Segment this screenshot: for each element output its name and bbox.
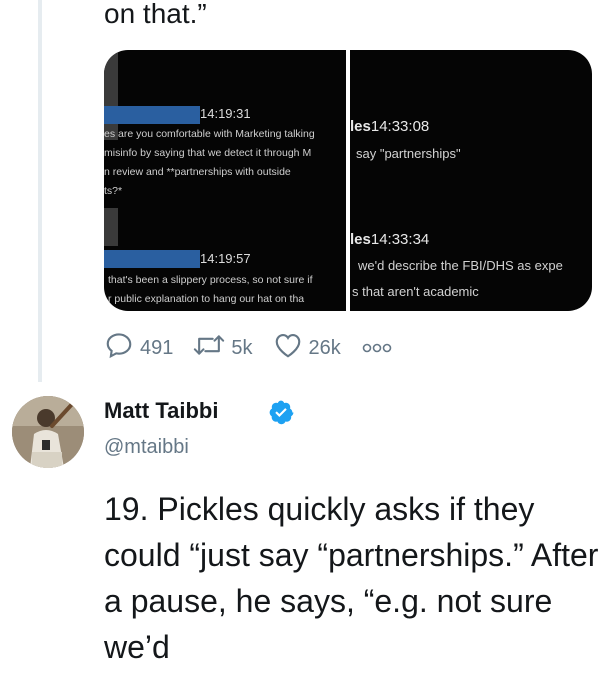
sidebar-strip	[104, 208, 118, 246]
chat-message-line: s that aren't academic	[352, 284, 479, 299]
chat-timestamp: 14:33:08	[370, 118, 430, 135]
author-display-name[interactable]: Matt Taibbi	[104, 398, 218, 424]
verified-badge-icon	[268, 399, 294, 430]
reply-button[interactable]: 491	[104, 330, 173, 366]
chat-message-line: that's been a slippery process, so not s…	[108, 274, 313, 286]
chat-username: les14:33:08	[350, 118, 429, 135]
chat-timestamp: 14:19:31	[200, 106, 251, 121]
tweet-action-bar: 491 5k 26k	[104, 330, 419, 366]
thread-connector-line	[38, 0, 42, 382]
media-image-right[interactable]: les14:33:08 say "partnerships" les14:33:…	[350, 50, 592, 311]
more-icon	[361, 337, 399, 360]
reply-icon	[104, 330, 140, 366]
chat-username-text: les	[350, 231, 371, 248]
chat-message-line: we'd describe the FBI/DHS as expe	[358, 258, 563, 273]
previous-tweet-text: on that.”	[104, 0, 207, 29]
tweet-body-text: 19. Pickles quickly asks if they could “…	[104, 491, 599, 665]
reply-count: 491	[140, 336, 174, 359]
redaction-bar	[104, 250, 200, 268]
redaction-bar	[104, 106, 200, 124]
chat-timestamp: 14:19:57	[200, 251, 251, 266]
tweet-author-header: Matt Taibbi @mtaibbi	[0, 392, 610, 472]
chat-message-line: ts?*	[104, 185, 123, 197]
chat-message-line: misinfo by saying that we detect it thro…	[104, 147, 312, 159]
chat-username-text: les	[350, 118, 371, 135]
media-image-left[interactable]: 14:19:31 es are you comfortable with Mar…	[104, 50, 346, 311]
retweet-button[interactable]: 5k	[193, 331, 253, 365]
more-button[interactable]	[361, 337, 399, 360]
chat-timestamp: 14:33:34	[370, 231, 430, 248]
retweet-count: 5k	[231, 336, 253, 359]
retweet-icon	[193, 331, 231, 365]
chat-message-line: es are you comfortable with Marketing ta…	[104, 128, 315, 140]
chat-message-line: r public explanation to hang our hat on …	[108, 293, 305, 305]
author-handle[interactable]: @mtaibbi	[104, 436, 189, 459]
chat-message-line: n review and **partnerships with outside	[104, 166, 291, 178]
like-icon	[273, 331, 309, 365]
avatar[interactable]	[12, 396, 84, 468]
tweet-media-grid[interactable]: 14:19:31 es are you comfortable with Mar…	[104, 50, 592, 311]
chat-username: les14:33:34	[350, 231, 429, 248]
like-button[interactable]: 26k	[273, 331, 341, 365]
like-count: 26k	[308, 336, 341, 359]
chat-message-line: say "partnerships"	[356, 146, 461, 161]
